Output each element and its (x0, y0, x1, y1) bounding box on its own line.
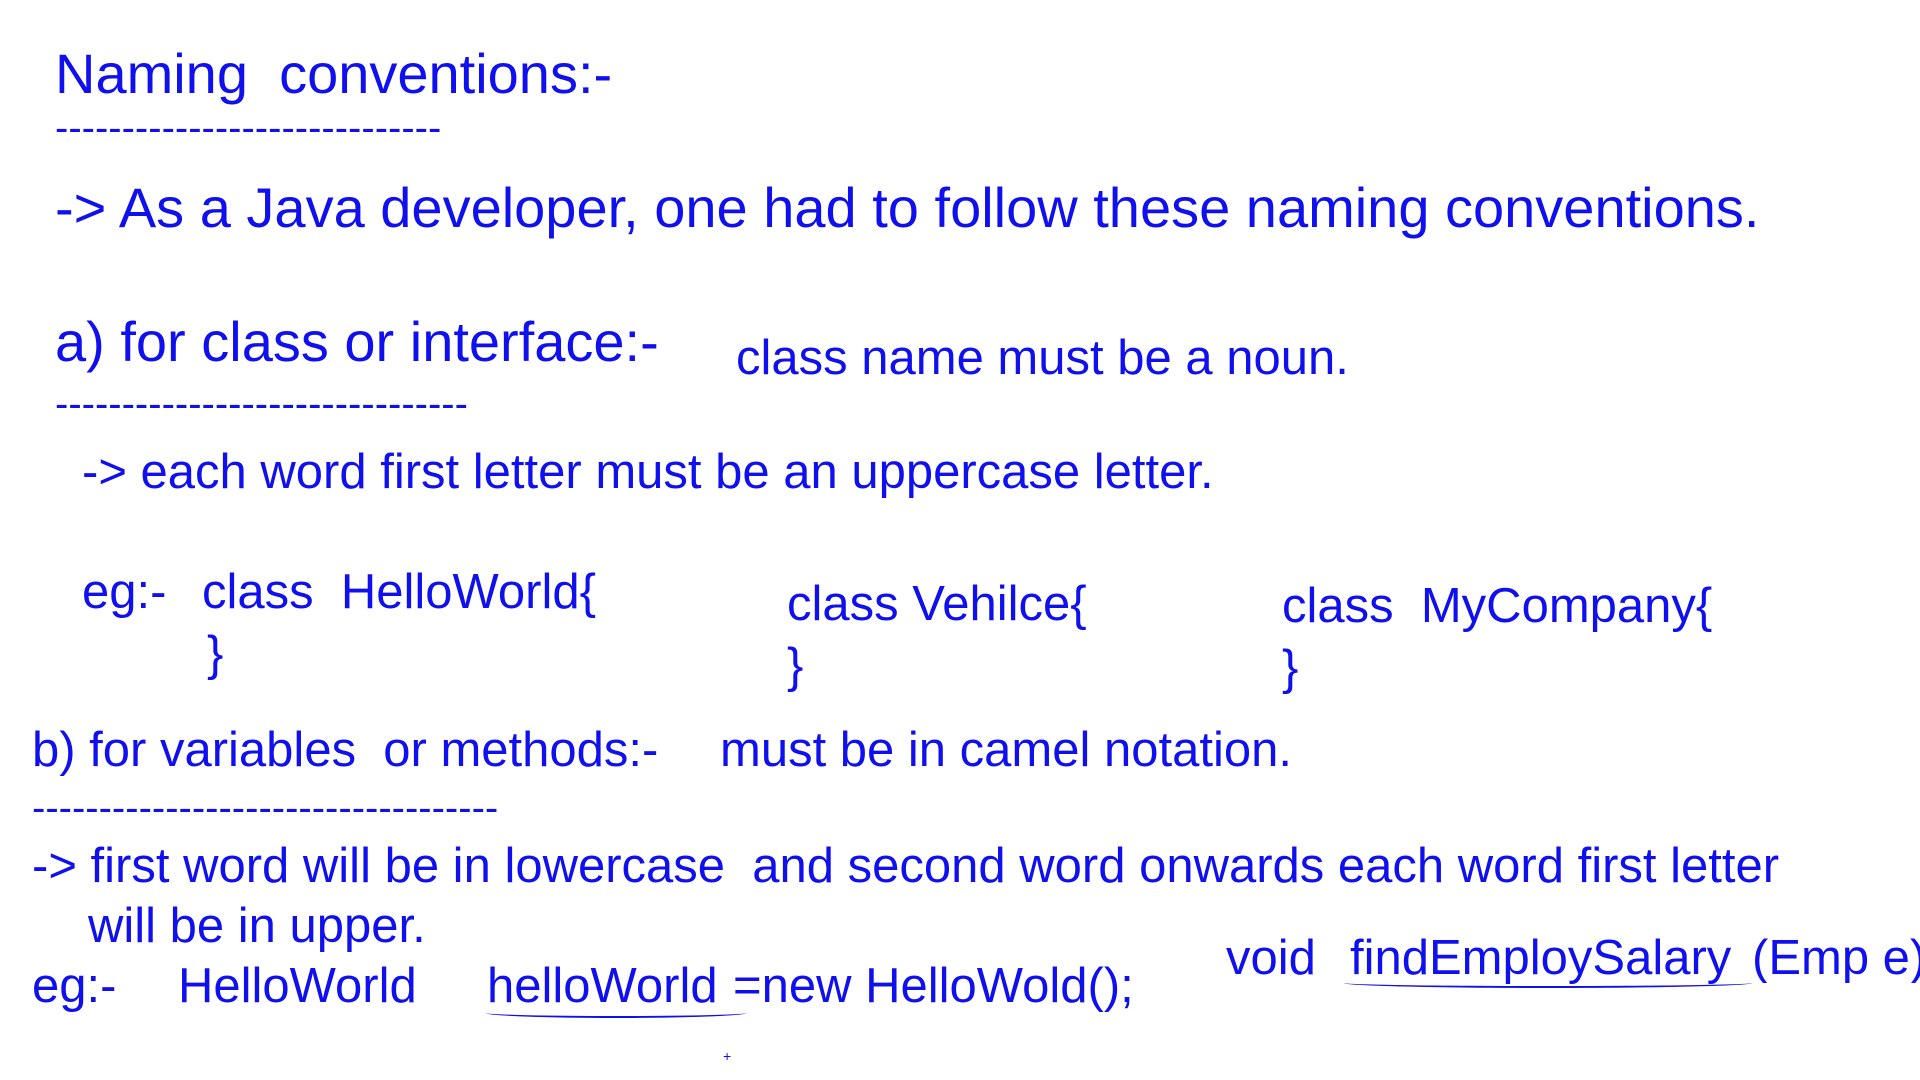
method-return-type: void (1226, 931, 1344, 985)
example-class-helloworld-open: class HelloWorld{ (202, 565, 596, 619)
intro-text: -> As a Java developer, one had to follo… (55, 176, 1760, 239)
section-a-title: a) for class or interface:- (55, 310, 659, 373)
section-b-rule-text-line2: will be in upper. (88, 899, 426, 953)
method-handwritten-underline (1344, 978, 1752, 988)
example-type-name: HelloWorld (178, 959, 417, 1013)
example-class-helloworld-close: } (207, 627, 224, 681)
section-b-title: b) for variables or methods:- (32, 723, 659, 777)
section-b-rule-text-line1: -> first word will be in lowercase and s… (32, 839, 1780, 893)
section-a-rule: ------------------------------- (55, 382, 468, 426)
section-a-eg-label: eg:- (82, 565, 167, 619)
method-params: (Emp e) (1752, 934, 1920, 983)
section-a-rule-text: -> each word first letter must be an upp… (82, 445, 1214, 499)
title-underline-rule: ----------------------------- (55, 106, 442, 150)
cursor-plus-mark: + (723, 1048, 732, 1064)
section-b-note: must be in camel notation. (720, 723, 1292, 777)
example-assignment: =new HelloWold(); (733, 959, 1134, 1013)
example-variable-name: helloWorld (487, 959, 718, 1013)
example-class-vehilce-close: } (787, 639, 804, 693)
section-b-rule: ----------------------------------- (32, 786, 499, 830)
page-title: Naming conventions:- (55, 42, 613, 105)
method-name: findEmploySalary (1350, 931, 1732, 985)
section-a-note: class name must be a noun. (736, 331, 1349, 385)
section-b-eg-label: eg:- (32, 959, 117, 1013)
example-class-mycompany-open: class MyCompany{ (1282, 579, 1713, 633)
example-class-mycompany-close: } (1282, 641, 1299, 695)
variable-handwritten-underline (486, 1008, 746, 1018)
example-class-vehilce-open: class Vehilce{ (787, 577, 1087, 631)
